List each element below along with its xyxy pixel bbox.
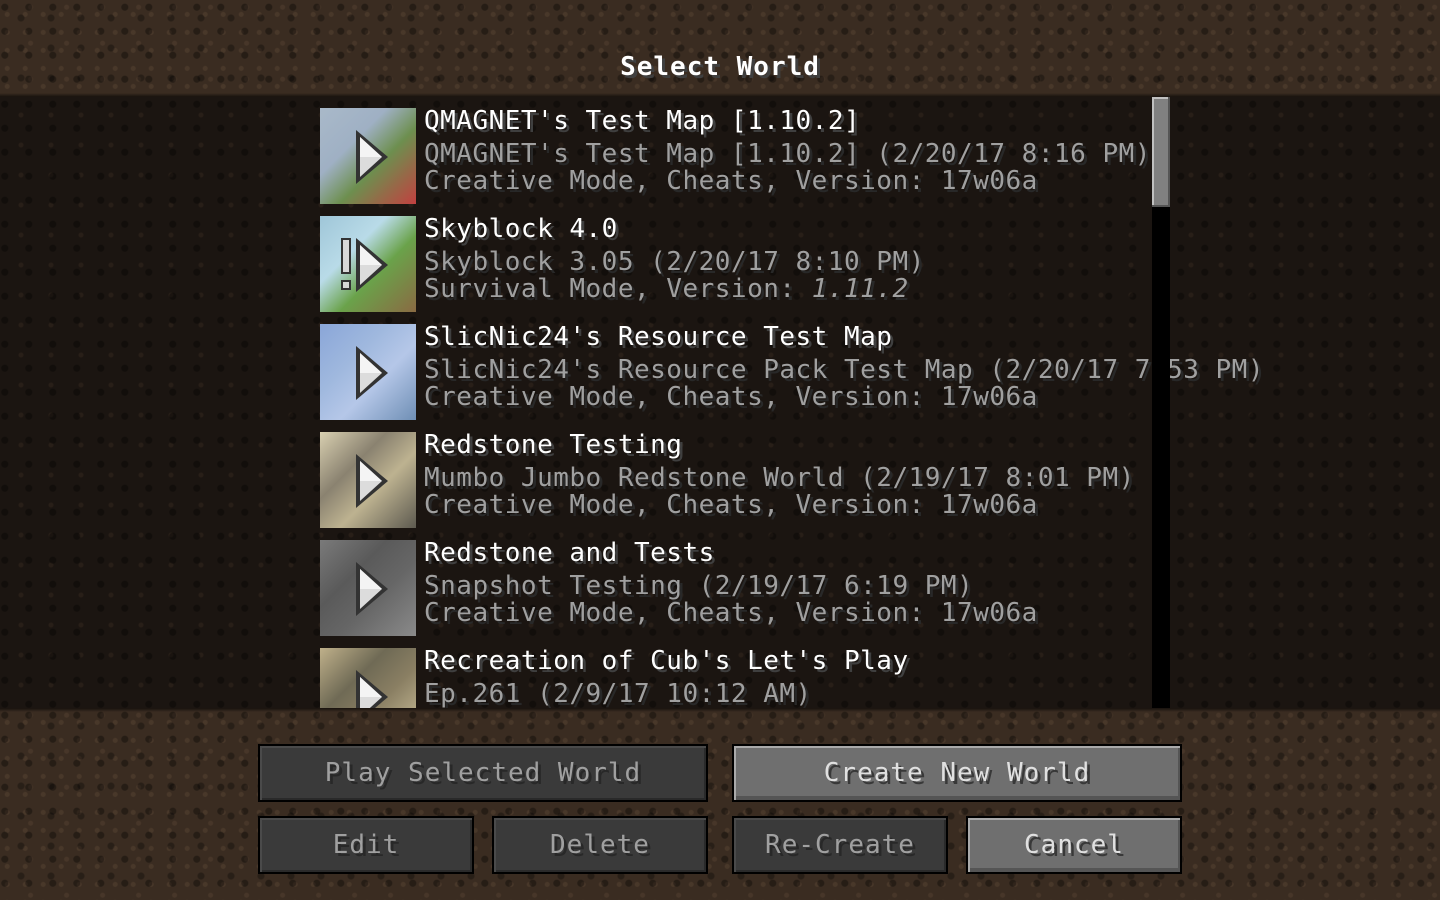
world-mode: Creative Mode, Cheats, Version: 17w06a — [424, 382, 1038, 412]
world-mode: Survival Mode, Version: 1.11.2 — [424, 274, 909, 304]
world-info: Skyblock 3.05 (2/20/17 8:10 PM) — [424, 247, 925, 277]
play-arrow-icon[interactable] — [354, 452, 390, 510]
world-mode: Creative Mode, Cheats, Version: 17w06a — [424, 598, 1038, 628]
world-thumbnail[interactable] — [320, 324, 416, 420]
world-info: Mumbo Jumbo Redstone World (2/19/17 8:01… — [424, 463, 1135, 493]
world-mode: Creative Mode, Cheats, Version: 17w06a — [424, 166, 1038, 196]
world-mode-prefix: Survival Mode, Version: — [424, 274, 812, 304]
scrollbar-thumb[interactable] — [1152, 97, 1170, 207]
play-arrow-icon[interactable] — [354, 560, 390, 618]
world-list-scrollbar[interactable] — [1152, 97, 1170, 708]
world-name: Recreation of Cub's Let's Play — [424, 646, 909, 676]
world-info: Snapshot Testing (2/19/17 6:19 PM) — [424, 571, 974, 601]
world-thumbnail[interactable] — [320, 108, 416, 204]
world-thumbnail[interactable] — [320, 216, 416, 312]
world-name: SlicNic24's Resource Test Map — [424, 322, 893, 352]
play-selected-world-button[interactable]: Play Selected World — [258, 744, 708, 802]
header-background — [0, 0, 1440, 97]
play-arrow-icon[interactable] — [354, 128, 390, 186]
world-name: QMAGNET's Test Map [1.10.2] — [424, 106, 861, 136]
world-list-item[interactable]: Recreation of Cub's Let's Play Ep.261 (2/… — [320, 646, 1150, 708]
world-list[interactable]: QMAGNET's Test Map [1.10.2] QMAGNET's Tes… — [0, 97, 1440, 708]
world-thumbnail[interactable] — [320, 648, 416, 708]
world-version: 1.11.2 — [811, 274, 909, 304]
select-world-screen: Select World QMAGNET's Test Map [1.10.2]… — [0, 0, 1440, 900]
world-thumbnail[interactable] — [320, 432, 416, 528]
world-info: SlicNic24's Resource Pack Test Map (2/20… — [424, 355, 1264, 385]
re-create-button[interactable]: Re-Create — [732, 816, 948, 874]
world-info: QMAGNET's Test Map [1.10.2] (2/20/17 8:1… — [424, 139, 1151, 169]
world-list-item[interactable]: Redstone Testing Mumbo Jumbo Redstone Wor… — [320, 430, 1150, 530]
world-list-item[interactable]: QMAGNET's Test Map [1.10.2] QMAGNET's Tes… — [320, 106, 1151, 206]
world-name: Skyblock 4.0 — [424, 214, 618, 244]
footer-background — [0, 708, 1440, 900]
world-list-item[interactable]: SlicNic24's Resource Test Map SlicNic24's… — [320, 322, 1263, 422]
world-info: Ep.261 (2/9/17 10:12 AM) — [424, 679, 812, 708]
delete-button[interactable]: Delete — [492, 816, 708, 874]
world-mode: Creative Mode, Cheats, Version: 17w06a — [424, 490, 1038, 520]
world-list-item[interactable]: Skyblock 4.0 Skyblock 3.05 (2/20/17 8:10 … — [320, 214, 1150, 314]
world-list-item[interactable]: Redstone and Tests Snapshot Testing (2/19… — [320, 538, 1150, 638]
create-new-world-button[interactable]: Create New World — [732, 744, 1182, 802]
page-title: Select World — [620, 52, 820, 82]
edit-button[interactable]: Edit — [258, 816, 474, 874]
world-name: Redstone Testing — [424, 430, 683, 460]
warning-exclamation-icon — [341, 238, 351, 290]
play-arrow-icon[interactable] — [354, 344, 390, 402]
play-arrow-icon[interactable] — [354, 236, 390, 294]
world-thumbnail[interactable] — [320, 540, 416, 636]
play-arrow-icon[interactable] — [354, 668, 390, 708]
world-name: Redstone and Tests — [424, 538, 715, 568]
cancel-button[interactable]: Cancel — [966, 816, 1182, 874]
